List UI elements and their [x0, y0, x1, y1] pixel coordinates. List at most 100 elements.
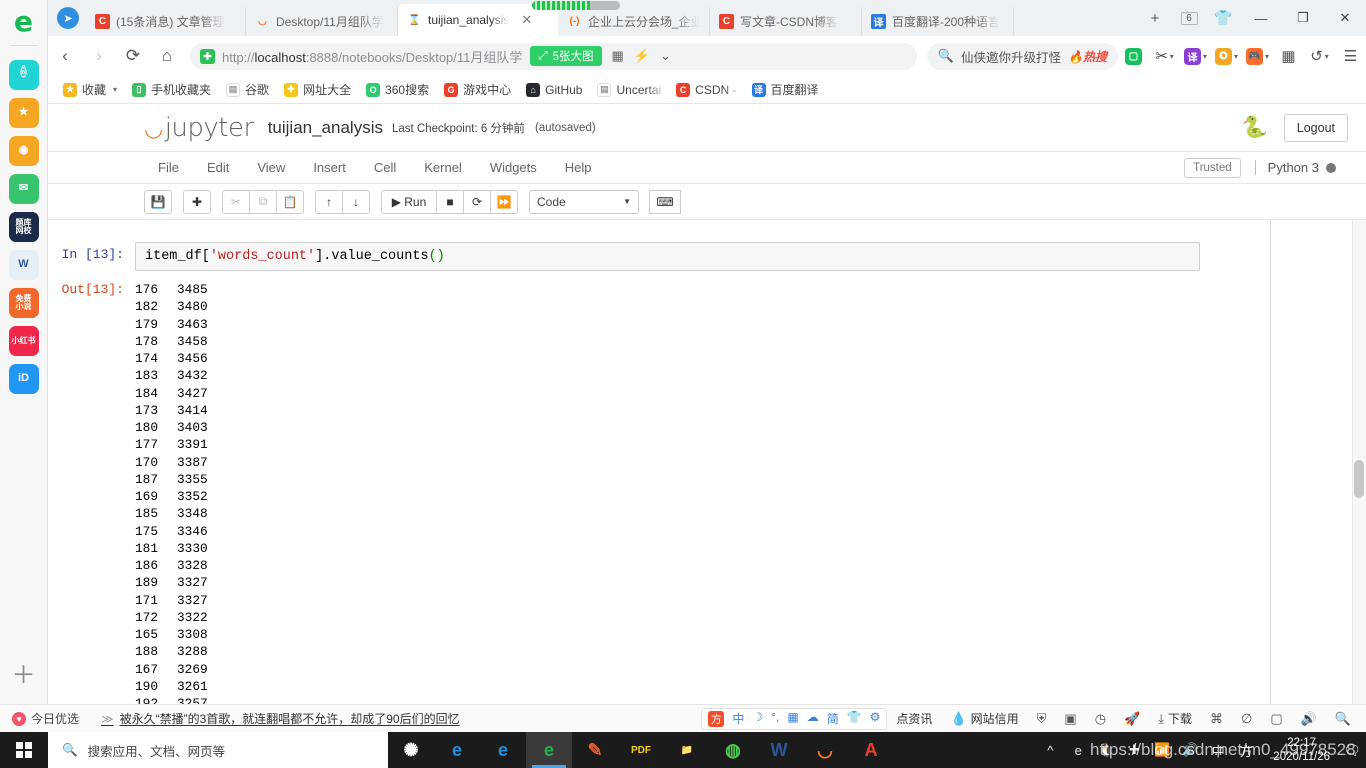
url-input[interactable]: ✚ http://localhost:8888/notebooks/Deskto…	[190, 42, 917, 70]
kernel-indicator[interactable]: Python 3	[1254, 160, 1336, 175]
search-input[interactable]: 🔍 仙侠邀你升级打怪 🔥热搜	[926, 42, 1118, 70]
jupyter-menu-cell[interactable]: Cell	[360, 160, 410, 175]
back-button[interactable]: ‹	[48, 36, 82, 76]
taskbar-app-edge[interactable]: e	[480, 732, 526, 768]
status-globe-icon[interactable]: ∅	[1232, 711, 1261, 727]
tray-qq-icon[interactable]: 🐧	[1093, 732, 1119, 768]
browser-tab-2[interactable]: ◡ Desktop/11月组队学	[246, 7, 398, 36]
menu-icon[interactable]: ☰	[1335, 36, 1366, 76]
reload-button[interactable]: ⟳	[116, 36, 150, 76]
dock-item-word[interactable]: W	[8, 250, 39, 280]
new-tab-button[interactable]: +	[1138, 0, 1172, 36]
keyboard-icon[interactable]: ⌨	[649, 189, 681, 214]
notebook-scrollbar[interactable]	[1352, 220, 1366, 704]
taskbar-clock[interactable]: 22:17 2020/11/26	[1265, 736, 1338, 764]
navigator-ball-icon[interactable]: ➤	[57, 7, 79, 29]
dock-item-xiaohongshu[interactable]: 小红书	[8, 326, 39, 356]
ime-item-7[interactable]: 👕	[847, 710, 862, 727]
dock-item-qi[interactable]: ꉺ	[8, 60, 39, 90]
ime-item-2[interactable]: ☽	[752, 710, 763, 727]
taskbar-app-acrobat[interactable]: A	[848, 732, 894, 768]
browser-tab-4[interactable]: (-) 企业上云分会场_企业	[558, 7, 710, 36]
gamepad-icon[interactable]: 🎮 ▾	[1242, 36, 1273, 76]
bookmark-item-1[interactable]: ★ 收藏 ▾	[56, 79, 124, 101]
grid-icon[interactable]: ▦	[612, 48, 624, 64]
home-button[interactable]: ⌂	[150, 36, 184, 76]
jupyter-menu-help[interactable]: Help	[551, 160, 606, 175]
taskbar-app-fan[interactable]: ✺	[388, 732, 434, 768]
translate-icon[interactable]: 译 ▾	[1180, 36, 1211, 76]
taskbar-app-wechat[interactable]: ◍	[710, 732, 756, 768]
close-window-button[interactable]: ✕	[1324, 0, 1366, 36]
code-editor[interactable]: item_df['words_count'].value_counts()	[135, 242, 1200, 271]
forward-button[interactable]: ›	[82, 36, 116, 76]
ime-item-5[interactable]: ☁	[807, 710, 819, 727]
jupyter-logo[interactable]: ◡jupyter	[144, 113, 254, 143]
minimize-button[interactable]: —	[1240, 0, 1282, 36]
paste-cell-button[interactable]: 📋	[276, 189, 304, 214]
undo-icon[interactable]: ↺ ▾	[1304, 36, 1335, 76]
jupyter-menu-kernel[interactable]: Kernel	[410, 160, 476, 175]
ime-item-1[interactable]: 中	[732, 710, 744, 727]
tray-ime-icon[interactable]: 中	[1205, 732, 1231, 768]
windows-start-icon[interactable]	[0, 732, 48, 768]
image-count-badge[interactable]: ⤢ 5张大图	[530, 46, 602, 66]
status-link-icon[interactable]: ⌘	[1201, 711, 1232, 727]
copy-cell-button[interactable]: ⧉	[249, 189, 277, 214]
taskbar-app-360browser[interactable]: e	[526, 732, 572, 768]
chevron-down-icon[interactable]: ▾	[1203, 52, 1207, 61]
window-count-button[interactable]: 6	[1172, 0, 1206, 36]
scrollbar-thumb[interactable]	[1354, 460, 1364, 498]
taskbar-app-editor[interactable]: ✎	[572, 732, 618, 768]
ime-item-4[interactable]: ▦	[787, 710, 798, 727]
tray-fangzheng-icon[interactable]: 方	[1233, 732, 1259, 768]
browser-tab-5[interactable]: C 写文章-CSDN博客	[710, 7, 862, 36]
bookmark-item-5[interactable]: O 360搜索	[359, 79, 436, 101]
ime-item-6[interactable]: 简	[827, 710, 839, 727]
bookmark-item-10[interactable]: 译百度翻译	[745, 79, 826, 101]
chevron-down-icon[interactable]: ⌄	[660, 48, 671, 64]
maximize-button[interactable]: ❐	[1282, 0, 1324, 36]
bookmark-item-2[interactable]: ▯ 手机收藏夹	[125, 79, 218, 101]
bookmark-item-6[interactable]: G 游戏中心	[437, 79, 518, 101]
browser-tab-6[interactable]: 译百度翻译-200种语言	[862, 7, 1014, 36]
jupyter-menu-widgets[interactable]: Widgets	[476, 160, 551, 175]
status-search-icon[interactable]: 🔍	[1326, 711, 1360, 727]
status-rocket-icon[interactable]: 🚀	[1115, 711, 1149, 727]
status-chart-icon[interactable]: ▣	[1055, 711, 1085, 727]
dock-add-button[interactable]: ＋	[12, 655, 36, 690]
notification-icon[interactable]: 🗨	[1338, 732, 1366, 768]
taskbar-app-word[interactable]: W	[756, 732, 802, 768]
status-speed-icon[interactable]: ◷	[1086, 711, 1115, 727]
cell-type-select[interactable]: Code ▼	[529, 189, 639, 214]
taskbar-app-explorer[interactable]: 📁	[664, 732, 710, 768]
dock-item-wangpan[interactable]: 题库 网校	[8, 212, 39, 242]
interrupt-kernel-button[interactable]: ■	[436, 189, 464, 214]
dock-item-mail[interactable]: ✉	[8, 174, 39, 204]
status-sound-icon[interactable]: 🔊	[1292, 711, 1326, 727]
tray-volume-icon[interactable]: 🔊	[1177, 732, 1203, 768]
tray-ie-icon[interactable]: e	[1065, 732, 1091, 768]
jupyter-menu-edit[interactable]: Edit	[193, 160, 243, 175]
news-chevron-icon[interactable]: ≫	[101, 712, 120, 726]
dock-item-novel[interactable]: 免费 小说	[8, 288, 39, 318]
taskbar-app-ie[interactable]: e	[434, 732, 480, 768]
status-site-credit[interactable]: 💧 网站信用	[941, 710, 1027, 727]
chevron-down-icon[interactable]: ▾	[1325, 52, 1329, 61]
jupyter-menu-view[interactable]: View	[243, 160, 299, 175]
apps-grid-icon[interactable]: ▦	[1273, 36, 1304, 76]
code-cell[interactable]: In [13]: item_df['words_count'].value_co…	[49, 220, 1270, 271]
restart-kernel-button[interactable]: ⟳	[463, 189, 491, 214]
tab-close-button[interactable]: ✕	[521, 12, 532, 28]
move-cell-up-button[interactable]: ↑	[315, 189, 343, 214]
tshirt-icon[interactable]: 👕	[1206, 0, 1240, 36]
bookmark-item-9[interactable]: C CSDN -	[669, 79, 743, 101]
today-picks-label[interactable]: 今日优选	[31, 710, 79, 727]
status-window-icon[interactable]: ▢	[1261, 711, 1291, 727]
dock-item-weibo[interactable]: ◉	[8, 136, 39, 166]
bookmark-item-4[interactable]: ✚ 网址大全	[277, 79, 358, 101]
run-cell-button[interactable]: ▶ Run	[381, 189, 437, 214]
chevron-down-icon[interactable]: ▾	[1265, 52, 1269, 61]
chevron-down-icon[interactable]: ▾	[1170, 52, 1174, 61]
scissors-icon[interactable]: ✂ ▾	[1149, 36, 1180, 76]
